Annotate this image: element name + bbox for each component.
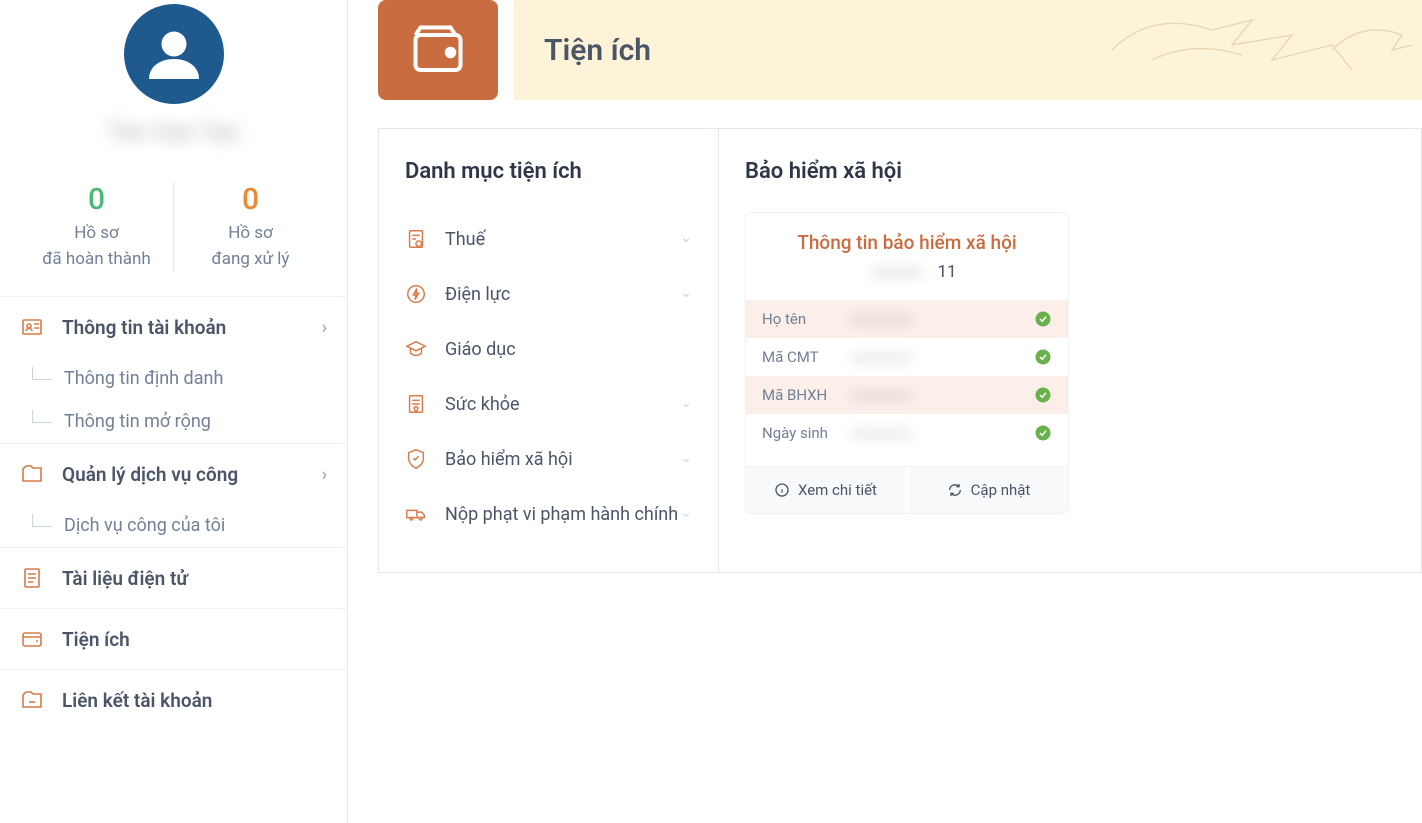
- info-card-subtitle: xxxxxx11: [746, 262, 1068, 282]
- detail-title: Bảo hiểm xã hội: [745, 159, 1395, 184]
- sidebar-item-utilities[interactable]: Tiện ích: [0, 608, 347, 669]
- info-row-cmt: Mã CMT xxxxxxxx: [746, 338, 1068, 376]
- sidebar-subitem-label: Thông tin mở rộng: [64, 411, 211, 432]
- header-icon-box: [378, 0, 498, 100]
- chevron-right-icon: ›: [322, 464, 327, 485]
- info-row-bhxh: Mã BHXH xxxxxxxx: [746, 376, 1068, 414]
- info-val: xxxxxxxx: [852, 424, 1034, 442]
- category-label: Thuế: [445, 226, 680, 253]
- view-detail-button[interactable]: Xem chi tiết: [746, 467, 909, 513]
- main-content: Tiện ích Danh mục tiện ích Thuế ⌄ Điện l…: [348, 0, 1422, 823]
- detail-panel: Bảo hiểm xã hội Thông tin bảo hiểm xã hộ…: [718, 128, 1422, 573]
- chevron-right-icon: ›: [322, 317, 327, 338]
- info-val: xxxxxxxx: [852, 348, 1034, 366]
- info-key: Họ tên: [762, 310, 852, 328]
- sidebar-subitem-extended[interactable]: Thông tin mở rộng: [20, 400, 347, 443]
- tax-icon: [405, 228, 427, 250]
- stats: 0 Hồ sơ đã hoàn thành 0 Hồ sơ đang xử lý: [0, 166, 347, 296]
- stat-completed-label: Hồ sơ đã hoàn thành: [28, 221, 165, 272]
- sidebar-item-label: Tài liệu điện tử: [62, 567, 327, 590]
- page-title: Tiện ích: [544, 33, 651, 68]
- category-electricity[interactable]: Điện lực ⌄: [405, 267, 692, 322]
- category-education[interactable]: Giáo dục: [405, 322, 692, 377]
- info-actions: Xem chi tiết Cập nhật: [746, 466, 1068, 513]
- sidebar-item-label: Tiện ích: [62, 628, 327, 651]
- info-icon: [774, 482, 790, 498]
- category-social-insurance[interactable]: Bảo hiểm xã hội ⌄: [405, 432, 692, 487]
- button-label: Xem chi tiết: [798, 481, 877, 499]
- decorative-bird-icon: [1092, 0, 1412, 100]
- stat-processing: 0 Hồ sơ đang xử lý: [174, 182, 327, 272]
- category-label: Giáo dục: [445, 336, 692, 363]
- button-label: Cập nhật: [971, 481, 1031, 499]
- content-panels: Danh mục tiện ích Thuế ⌄ Điện lực ⌄ Giáo…: [378, 128, 1422, 573]
- stat-completed-value: 0: [28, 182, 165, 217]
- info-val: xxxxxxxx: [852, 386, 1034, 404]
- category-label: Sức khỏe: [445, 391, 680, 418]
- wallet-icon: [20, 627, 44, 651]
- chevron-down-icon: ⌄: [680, 505, 692, 521]
- stat-processing-value: 0: [182, 182, 319, 217]
- sidebar-subitem-my-services[interactable]: Dịch vụ công của tôi: [20, 504, 347, 547]
- update-button[interactable]: Cập nhật: [909, 467, 1068, 513]
- lightning-icon: [405, 283, 427, 305]
- sidebar: Ten Van Tao 0 Hồ sơ đã hoàn thành 0 Hồ s…: [0, 0, 348, 823]
- health-icon: [405, 393, 427, 415]
- page-header: Tiện ích: [378, 0, 1422, 100]
- sidebar-item-linked[interactable]: Liên kết tài khoản: [0, 669, 347, 730]
- sidebar-item-services[interactable]: Quản lý dịch vụ công ›: [0, 443, 347, 504]
- category-fines[interactable]: Nộp phạt vi phạm hành chính ⌄: [405, 487, 692, 542]
- chevron-down-icon: ⌄: [680, 285, 692, 301]
- folder-icon: [20, 462, 44, 486]
- chevron-down-icon: ⌄: [680, 230, 692, 246]
- sidebar-item-account[interactable]: Thông tin tài khoản ›: [0, 296, 347, 357]
- category-tax[interactable]: Thuế ⌄: [405, 212, 692, 267]
- chevron-down-icon: ⌄: [680, 395, 692, 411]
- shield-icon: [405, 448, 427, 470]
- category-label: Điện lực: [445, 281, 680, 308]
- sidebar-item-label: Thông tin tài khoản: [62, 316, 322, 339]
- sidebar-subitem-label: Dịch vụ công của tôi: [64, 515, 225, 536]
- info-card: Thông tin bảo hiểm xã hội xxxxxx11 Họ tê…: [745, 212, 1069, 514]
- info-key: Ngày sinh: [762, 424, 852, 442]
- user-icon: [144, 24, 204, 84]
- info-row-name: Họ tên xxxxxxxx: [746, 300, 1068, 338]
- username: Ten Van Tao: [20, 118, 327, 146]
- check-circle-icon: [1034, 424, 1052, 442]
- graduation-icon: [405, 338, 427, 360]
- sidebar-item-docs[interactable]: Tài liệu điện tử: [0, 547, 347, 608]
- profile-section: Ten Van Tao: [0, 0, 347, 166]
- sidebar-item-label: Quản lý dịch vụ công: [62, 463, 322, 486]
- chevron-down-icon: ⌄: [680, 450, 692, 466]
- header-title-box: Tiện ích: [514, 0, 1422, 100]
- check-circle-icon: [1034, 348, 1052, 366]
- check-circle-icon: [1034, 386, 1052, 404]
- sidebar-item-label: Liên kết tài khoản: [62, 689, 327, 712]
- link-folder-icon: [20, 688, 44, 712]
- category-label: Bảo hiểm xã hội: [445, 446, 680, 473]
- categories-title: Danh mục tiện ích: [405, 159, 692, 184]
- info-row-dob: Ngày sinh xxxxxxxx: [746, 414, 1068, 452]
- avatar[interactable]: [124, 4, 224, 104]
- categories-panel: Danh mục tiện ích Thuế ⌄ Điện lực ⌄ Giáo…: [378, 128, 718, 573]
- wallet-icon: [408, 20, 468, 80]
- info-card-sub-suffix: 11: [937, 262, 956, 282]
- stat-processing-label: Hồ sơ đang xử lý: [182, 221, 319, 272]
- truck-icon: [405, 503, 427, 525]
- info-key: Mã CMT: [762, 348, 852, 366]
- info-val: xxxxxxxx: [852, 310, 1034, 328]
- info-card-title: Thông tin bảo hiểm xã hội: [746, 231, 1068, 254]
- refresh-icon: [947, 482, 963, 498]
- category-health[interactable]: Sức khỏe ⌄: [405, 377, 692, 432]
- document-icon: [20, 566, 44, 590]
- info-key: Mã BHXH: [762, 386, 852, 404]
- id-card-icon: [20, 315, 44, 339]
- stat-completed: 0 Hồ sơ đã hoàn thành: [20, 182, 174, 272]
- sidebar-subitem-label: Thông tin định danh: [64, 368, 223, 389]
- sidebar-subitem-identity[interactable]: Thông tin định danh: [20, 357, 347, 400]
- category-label: Nộp phạt vi phạm hành chính: [445, 501, 680, 528]
- check-circle-icon: [1034, 310, 1052, 328]
